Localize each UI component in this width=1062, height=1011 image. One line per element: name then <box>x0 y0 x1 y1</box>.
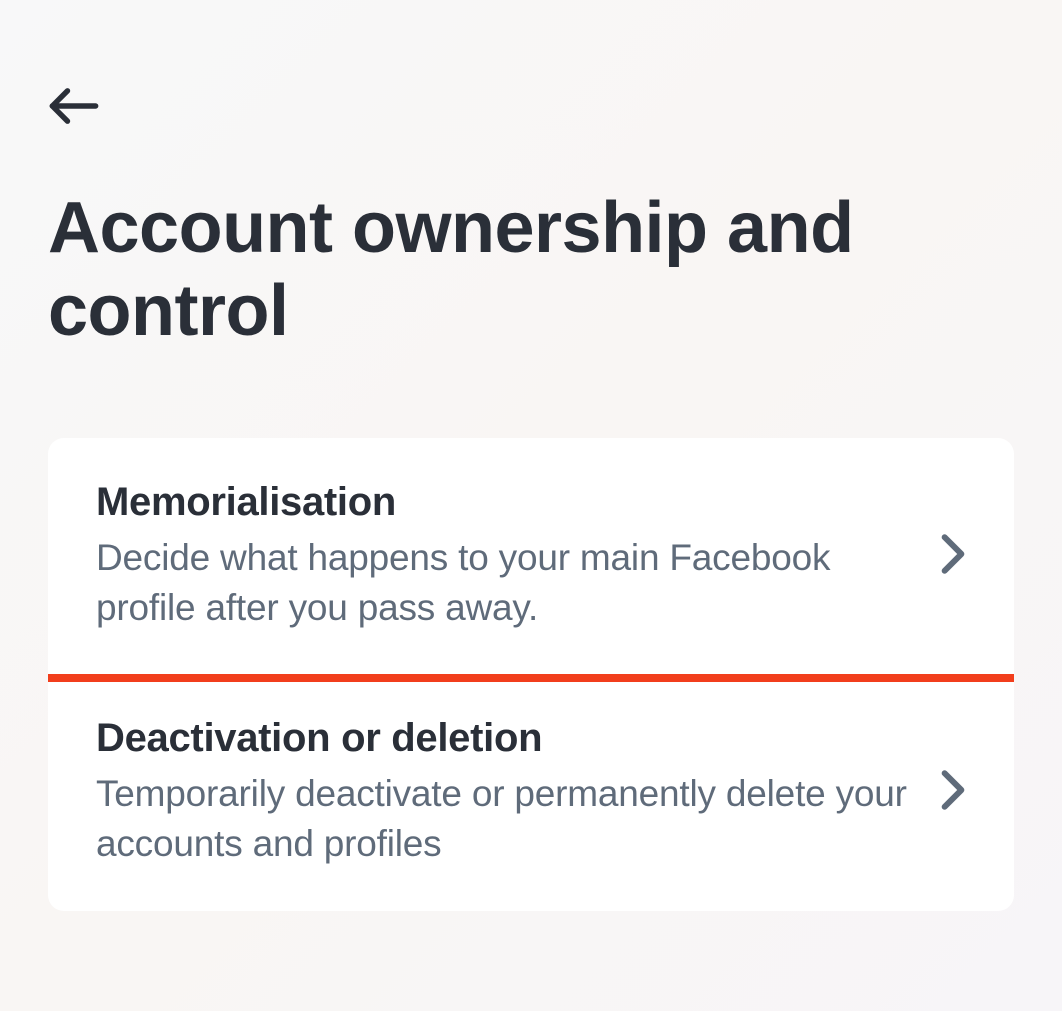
back-button[interactable] <box>48 80 100 137</box>
settings-item-deactivation[interactable]: Deactivation or deletion Temporarily dea… <box>48 674 1014 911</box>
settings-item-content: Deactivation or deletion Temporarily dea… <box>96 716 940 869</box>
arrow-left-icon <box>48 119 100 136</box>
settings-item-description: Temporarily deactivate or permanently de… <box>96 769 920 869</box>
settings-item-title: Memorialisation <box>96 480 920 525</box>
page-title: Account ownership and control <box>48 187 1014 353</box>
chevron-right-icon <box>940 769 966 816</box>
settings-item-title: Deactivation or deletion <box>96 716 920 761</box>
settings-item-memorialisation[interactable]: Memorialisation Decide what happens to y… <box>48 438 1014 675</box>
settings-card: Memorialisation Decide what happens to y… <box>48 438 1014 912</box>
settings-item-content: Memorialisation Decide what happens to y… <box>96 480 940 633</box>
settings-item-description: Decide what happens to your main Faceboo… <box>96 533 920 633</box>
chevron-right-icon <box>940 533 966 580</box>
